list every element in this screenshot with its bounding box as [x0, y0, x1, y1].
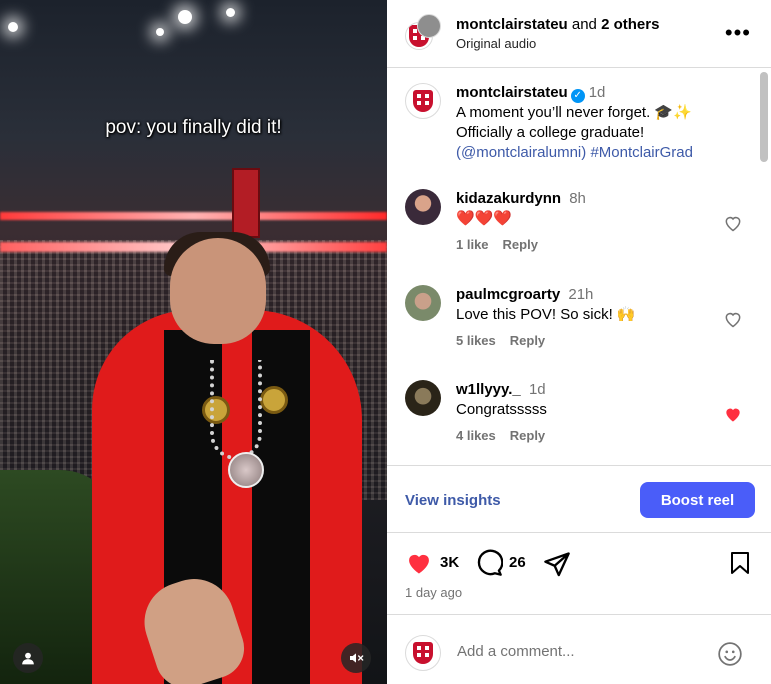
view-insights-link[interactable]: View insights — [405, 492, 501, 509]
comment-username[interactable]: kidazakurdynn — [456, 190, 561, 207]
paren-close: ) — [581, 144, 587, 161]
caption-avatar[interactable] — [405, 83, 441, 119]
video-overlay-text: pov: you finally did it! — [105, 117, 282, 138]
mention-link[interactable]: @montclairalumni — [461, 144, 581, 161]
tagged-people-button[interactable] — [13, 643, 43, 673]
audio-link[interactable]: Original audio — [456, 36, 536, 51]
arena-light — [8, 22, 18, 32]
commenter-avatar[interactable] — [405, 285, 441, 321]
comment-text: Congratsssss — [456, 401, 547, 418]
robe-emblem — [260, 386, 288, 414]
commenter-avatar[interactable] — [405, 380, 441, 416]
montclair-logo-icon — [413, 90, 433, 112]
comment-username[interactable]: w1llyyy._ — [456, 381, 521, 398]
verified-badge-icon: ✓ — [570, 89, 585, 103]
caption-username[interactable]: montclairstateu — [456, 84, 568, 101]
post-actions: 3K 26 1 day ago — [387, 534, 771, 614]
led-ribbon — [0, 212, 387, 220]
medallion — [228, 452, 264, 488]
arena-light — [178, 10, 192, 24]
collaborator-avatar[interactable] — [417, 14, 441, 38]
arena-screen — [232, 168, 260, 238]
comment-item: w1llyyy._ 1d Congratsssss 4 likes Reply — [405, 380, 755, 443]
caption-time: 1d — [588, 84, 606, 101]
hashtag-link[interactable]: #MontclairGrad — [590, 144, 693, 161]
comment-item: paulmcgroarty 21h Love this POV! So sick… — [405, 285, 755, 348]
commenter-avatar[interactable] — [405, 189, 441, 225]
emoji-icon[interactable] — [717, 641, 743, 667]
comment-time: 21h — [568, 286, 594, 303]
posted-time: 1 day ago — [405, 585, 463, 600]
reply-button[interactable]: Reply — [503, 237, 538, 252]
add-comment-bar — [387, 614, 771, 684]
montclair-logo-icon — [413, 642, 433, 664]
heart-outline-icon[interactable] — [723, 309, 743, 329]
comment-text: ❤️❤️❤️ — [456, 210, 513, 227]
comments-list[interactable]: montclairstateu ✓ 1d A moment you’ll never… — [387, 69, 771, 465]
and-text: and — [571, 16, 597, 33]
others-link[interactable]: 2 others — [601, 16, 659, 33]
comment-likes[interactable]: 4 likes — [456, 428, 496, 443]
comment-text: Love this POV! So sick! 🙌 — [456, 306, 636, 323]
comment-item: kidazakurdynn 8h ❤️❤️❤️ 1 like Reply — [405, 189, 755, 252]
post-header: montclairstateu and 2 others Original au… — [387, 0, 771, 68]
reel-video[interactable]: pov: you finally did it! — [0, 0, 387, 684]
share-send-icon[interactable] — [543, 550, 571, 578]
user-icon — [22, 652, 34, 665]
heart-filled-icon[interactable] — [723, 404, 743, 424]
author-username[interactable]: montclairstateu — [456, 16, 568, 33]
caption-line: Officially a college graduate! — [456, 124, 645, 141]
comment-time: 1d — [528, 381, 546, 398]
comment-time: 8h — [569, 190, 586, 207]
post-authors: montclairstateu and 2 others — [456, 16, 659, 33]
bookmark-icon[interactable] — [728, 550, 752, 576]
likes-count[interactable]: 3K — [440, 554, 459, 571]
post-caption: montclairstateu ✓ 1d A moment you’ll never… — [405, 83, 745, 163]
caption-line: A moment you’ll never forget. 🎓✨ — [456, 104, 692, 121]
comment-likes[interactable]: 1 like — [456, 237, 489, 252]
more-horizontal-icon[interactable]: ••• — [725, 22, 751, 44]
comments-scrollbar[interactable] — [760, 72, 768, 162]
arena-light — [226, 8, 235, 17]
person-face — [170, 238, 266, 344]
reply-button[interactable]: Reply — [510, 428, 545, 443]
arena-light — [156, 28, 164, 36]
chain-of-office — [210, 360, 262, 460]
comments-count[interactable]: 26 — [509, 554, 526, 571]
speaker-muted-icon — [350, 653, 364, 663]
heart-filled-icon[interactable] — [404, 549, 434, 577]
comment-username[interactable]: paulmcgroarty — [456, 286, 560, 303]
reply-button[interactable]: Reply — [510, 333, 545, 348]
post-details-panel: montclairstateu and 2 others Original au… — [387, 0, 771, 684]
comment-bubble-icon[interactable] — [475, 549, 503, 577]
add-comment-input[interactable] — [457, 643, 707, 660]
comment-likes[interactable]: 5 likes — [456, 333, 496, 348]
heart-outline-icon[interactable] — [723, 213, 743, 233]
mute-button[interactable] — [341, 643, 371, 673]
boost-reel-button[interactable]: Boost reel — [640, 482, 755, 518]
insights-bar: View insights Boost reel — [387, 465, 771, 533]
current-user-avatar — [405, 635, 441, 671]
